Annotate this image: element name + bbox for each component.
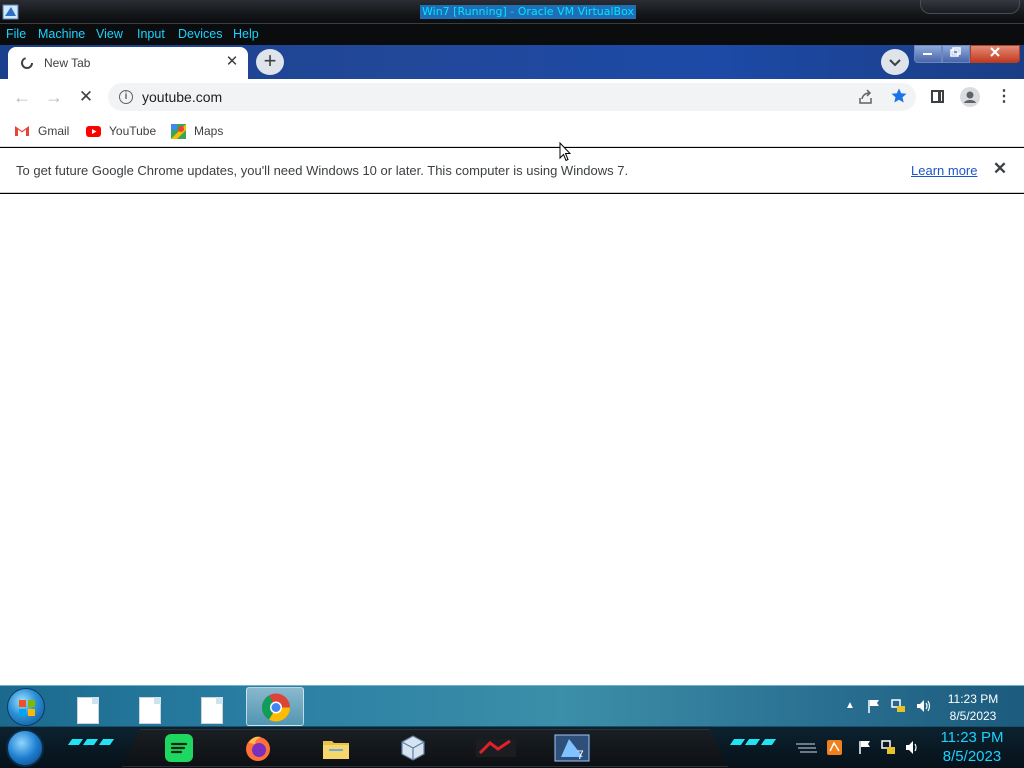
minimize-button[interactable] bbox=[914, 45, 942, 63]
share-icon[interactable] bbox=[858, 89, 874, 105]
guest-window-controls bbox=[914, 45, 1020, 63]
menu-view[interactable]: View bbox=[96, 27, 123, 41]
clock-date: 8/5/2023 bbox=[942, 748, 1002, 765]
virtualbox-icon[interactable] bbox=[398, 733, 428, 763]
url-input[interactable] bbox=[142, 83, 842, 111]
tab-new-tab[interactable]: New Tab ✕ bbox=[8, 47, 248, 79]
virtualbox-titlebar: Win7 [Running] - Oracle VM VirtualBox bbox=[0, 0, 1024, 24]
bookmark-label: YouTube bbox=[109, 124, 157, 138]
bookmark-star-icon[interactable] bbox=[890, 87, 908, 105]
browser-toolbar: ← → ✕ i ⋮ bbox=[0, 79, 1024, 115]
back-arrow-icon[interactable]: ← bbox=[12, 87, 32, 107]
maps-icon bbox=[171, 123, 186, 139]
address-bar[interactable]: i bbox=[108, 83, 916, 111]
tray-app-orange-icon[interactable] bbox=[827, 740, 842, 755]
document-icon bbox=[77, 697, 99, 724]
youtube-icon bbox=[86, 125, 101, 137]
bookmark-gmail[interactable]: Gmail bbox=[14, 122, 69, 140]
restore-button[interactable] bbox=[942, 45, 970, 63]
taskbar-document-3[interactable] bbox=[195, 690, 229, 724]
spotify-like-app-icon[interactable] bbox=[164, 733, 194, 763]
infobar-message: To get future Google Chrome updates, you… bbox=[16, 163, 629, 178]
action-center-flag-icon[interactable] bbox=[866, 698, 882, 714]
menu-input[interactable]: Input bbox=[137, 27, 165, 41]
clock-time: 11:23 PM bbox=[947, 692, 999, 706]
close-button[interactable] bbox=[970, 45, 1020, 63]
chrome-tabstrip: New Tab ✕ + bbox=[0, 45, 1024, 79]
menu-machine[interactable]: Machine bbox=[38, 27, 85, 41]
menu-devices[interactable]: Devices bbox=[178, 27, 222, 41]
taskbar-document-1[interactable] bbox=[71, 690, 105, 724]
document-icon bbox=[201, 697, 223, 724]
bookmark-youtube[interactable]: YouTube bbox=[86, 122, 156, 140]
host-clock[interactable]: 11:23 PM 8/5/2023 bbox=[936, 728, 1008, 766]
close-icon bbox=[990, 47, 1000, 57]
virtualbox-app-icon[interactable] bbox=[2, 3, 20, 21]
chrome-icon bbox=[262, 693, 290, 722]
bookmark-maps[interactable]: Maps bbox=[171, 122, 223, 140]
stop-loading-icon[interactable]: ✕ bbox=[76, 87, 96, 107]
host-start-button[interactable] bbox=[6, 729, 44, 767]
new-tab-button[interactable]: + bbox=[256, 49, 284, 75]
guest-clock[interactable]: 11:23 PM 8/5/2023 bbox=[940, 691, 1006, 725]
loading-spinner-icon bbox=[21, 57, 33, 69]
network-icon[interactable] bbox=[891, 698, 907, 714]
restore-icon bbox=[950, 47, 961, 57]
clock-date: 8/5/2023 bbox=[949, 709, 997, 723]
chevron-down-icon bbox=[889, 59, 901, 67]
minimize-icon bbox=[923, 53, 932, 55]
document-icon bbox=[139, 697, 161, 724]
taskbar-document-2[interactable] bbox=[133, 690, 167, 724]
firefox-icon[interactable] bbox=[243, 733, 273, 763]
host-taskbar: 7 11:23 PM 8/5/2023 bbox=[0, 726, 1024, 768]
infobar-close-icon[interactable]: ✕ bbox=[991, 160, 1009, 178]
update-infobar: To get future Google Chrome updates, you… bbox=[0, 148, 1024, 193]
show-hidden-icons-icon[interactable]: ▲ bbox=[845, 700, 855, 711]
window-title: Win7 [Running] - Oracle VM VirtualBox bbox=[420, 5, 636, 19]
guest-taskbar: ▲ 11:23 PM 8/5/2023 bbox=[0, 685, 1024, 726]
mouse-cursor-icon bbox=[559, 142, 571, 162]
bookmark-label: Maps bbox=[194, 124, 224, 138]
tab-search-button[interactable] bbox=[881, 49, 909, 75]
menu-help[interactable]: Help bbox=[233, 27, 259, 41]
more-menu-icon[interactable]: ⋮ bbox=[996, 87, 1012, 107]
forward-arrow-icon[interactable]: → bbox=[44, 87, 64, 107]
host-window-controls[interactable] bbox=[920, 0, 1020, 14]
keyboard-layout-icon[interactable] bbox=[795, 740, 817, 755]
virtualbox-menubar: File Machine View Input Devices Help bbox=[0, 24, 1024, 45]
start-button[interactable] bbox=[7, 688, 45, 726]
svg-text:7: 7 bbox=[577, 748, 584, 762]
profile-avatar-icon[interactable] bbox=[960, 87, 980, 107]
windows-logo-icon bbox=[19, 700, 35, 716]
tab-title: New Tab bbox=[44, 56, 91, 70]
taskbar-chrome[interactable] bbox=[246, 687, 304, 726]
red-game-app-icon[interactable] bbox=[474, 733, 518, 763]
learn-more-link[interactable]: Learn more bbox=[911, 163, 977, 178]
gmail-icon bbox=[15, 126, 29, 136]
host-network-icon[interactable] bbox=[881, 740, 896, 755]
page-content[interactable] bbox=[0, 194, 1024, 685]
bookmarks-bar: Gmail YouTube Maps bbox=[0, 115, 1024, 147]
windows7-vm-icon[interactable]: 7 bbox=[553, 733, 591, 763]
bookmark-label: Gmail bbox=[38, 124, 70, 138]
taskbar-decoration bbox=[67, 739, 115, 747]
clock-time: 11:23 PM bbox=[940, 729, 1004, 746]
host-volume-icon[interactable] bbox=[905, 740, 920, 755]
host-flag-icon[interactable] bbox=[857, 740, 872, 755]
volume-icon[interactable] bbox=[915, 698, 931, 714]
taskbar-decoration bbox=[729, 739, 777, 747]
tab-close-icon[interactable]: ✕ bbox=[224, 54, 240, 70]
menu-file[interactable]: File bbox=[6, 27, 26, 41]
site-info-icon[interactable]: i bbox=[119, 90, 133, 104]
file-explorer-icon[interactable] bbox=[321, 733, 351, 763]
side-panel-icon[interactable] bbox=[931, 90, 944, 103]
